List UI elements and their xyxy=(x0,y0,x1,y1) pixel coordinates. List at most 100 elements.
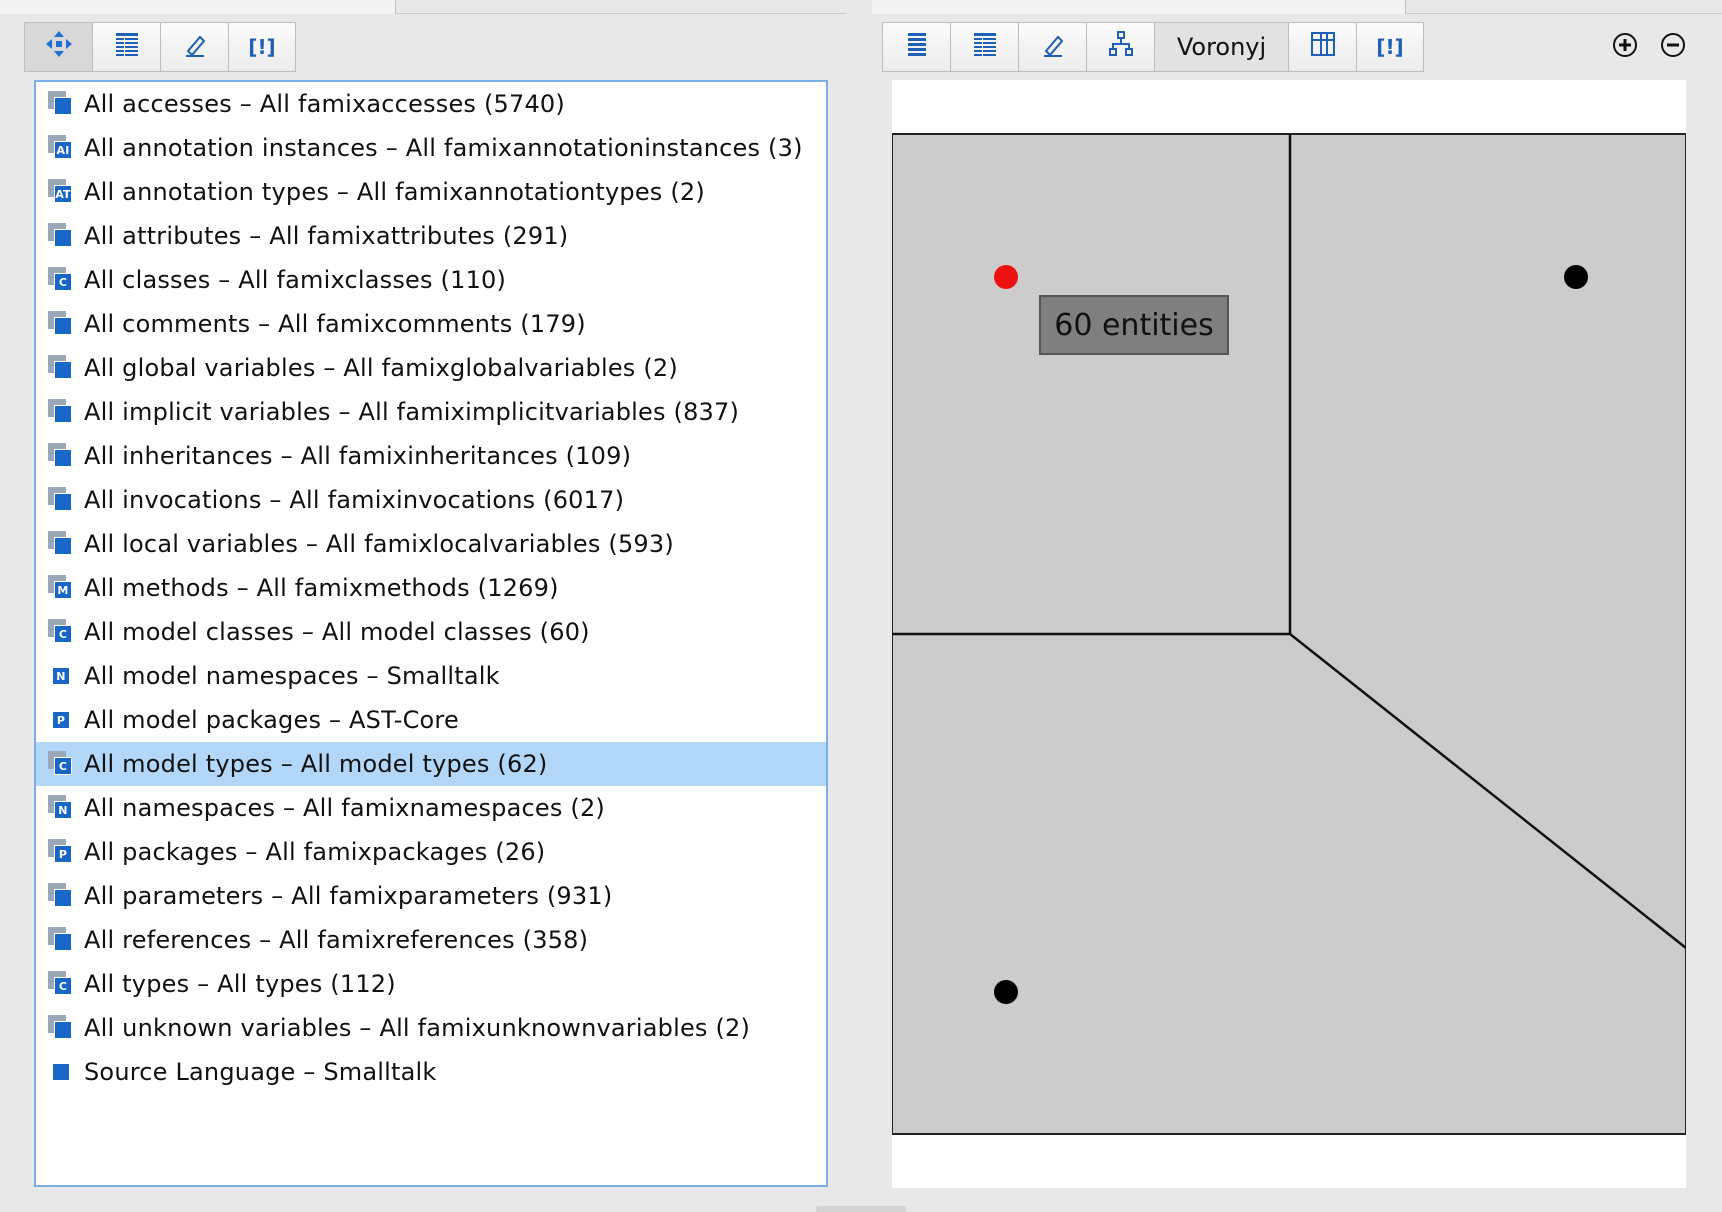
group-icon xyxy=(48,1015,74,1041)
group-icon: C xyxy=(48,267,74,293)
list-item-label: All implicit variables – All famiximplic… xyxy=(84,398,740,426)
list-item-label: All model classes – All model classes (6… xyxy=(84,618,590,646)
entity-count-tooltip: 60 entities xyxy=(1039,295,1229,355)
cell-point[interactable] xyxy=(994,980,1018,1004)
group-icon: M xyxy=(48,575,74,601)
list-item-label: All unknown variables – All famixunknown… xyxy=(84,1014,751,1042)
list-item[interactable]: All invocations – All famixinvocations (… xyxy=(36,478,826,522)
list-item[interactable]: All references – All famixreferences (35… xyxy=(36,918,826,962)
tree-view-button[interactable] xyxy=(1086,22,1154,72)
group-icon: N xyxy=(48,795,74,821)
resize-handle[interactable] xyxy=(816,1206,906,1212)
group-icon: P xyxy=(48,707,74,733)
app-window: [!] Voronyj [!] All accesses – All famix… xyxy=(0,0,1722,1212)
list-item[interactable]: C All types – All types (112) xyxy=(36,962,826,1006)
edit-button[interactable] xyxy=(160,22,228,72)
group-icon xyxy=(48,399,74,425)
group-icon xyxy=(48,1059,74,1085)
group-icon xyxy=(48,311,74,337)
list-item[interactable]: N All namespaces – All famixnamespaces (2… xyxy=(36,786,826,830)
group-icon: P xyxy=(48,839,74,865)
left-tab-strip xyxy=(0,0,846,14)
edit-button-right[interactable] xyxy=(1018,22,1086,72)
list-item-label: All global variables – All famixglobalva… xyxy=(84,354,678,382)
list-item[interactable]: C All model types – All model types (62) xyxy=(36,742,826,786)
left-tab[interactable] xyxy=(0,0,396,14)
list-item[interactable]: All global variables – All famixglobalva… xyxy=(36,346,826,390)
group-icon xyxy=(48,883,74,909)
zoom-in-icon xyxy=(1611,31,1639,63)
cell-point[interactable] xyxy=(1564,265,1588,289)
list-item-label: All annotation types – All famixannotati… xyxy=(84,178,705,206)
right-tab[interactable] xyxy=(872,0,1406,14)
zoom-out-button[interactable] xyxy=(1656,30,1690,64)
selected-cell-point[interactable] xyxy=(994,265,1018,289)
list-item-label: All classes – All famixclasses (110) xyxy=(84,266,507,294)
list-view-button[interactable] xyxy=(882,22,950,72)
voronoi-canvas[interactable]: 60 entities xyxy=(892,80,1686,1188)
list-item-label: All parameters – All famixparameters (93… xyxy=(84,882,613,910)
grid-table-icon xyxy=(1308,29,1338,65)
list-item[interactable]: AT All annotation types – All famixannota… xyxy=(36,170,826,214)
group-icon xyxy=(48,487,74,513)
brackets-icon: [!] xyxy=(248,35,276,59)
list-item[interactable]: All unknown variables – All famixunknown… xyxy=(36,1006,826,1050)
list-item[interactable]: P All model packages – AST-Core xyxy=(36,698,826,742)
table-list-icon xyxy=(970,29,1000,65)
list-item-label: Source Language – Smalltalk xyxy=(84,1058,437,1086)
list-item[interactable]: N All model namespaces – Smalltalk xyxy=(36,654,826,698)
list-item[interactable]: C All classes – All famixclasses (110) xyxy=(36,258,826,302)
group-icon: AI xyxy=(48,135,74,161)
group-icon: AT xyxy=(48,179,74,205)
group-icon xyxy=(48,91,74,117)
list-item[interactable]: All inheritances – All famixinheritances… xyxy=(36,434,826,478)
move-tool-button[interactable] xyxy=(24,22,92,72)
list-item-label: All packages – All famixpackages (26) xyxy=(84,838,546,866)
list-item[interactable]: AI All annotation instances – All famixan… xyxy=(36,126,826,170)
voronyj-label: Voronyj xyxy=(1176,33,1267,61)
list-item[interactable]: All comments – All famixcomments (179) xyxy=(36,302,826,346)
pencil-icon xyxy=(180,29,210,65)
right-tab-strip xyxy=(872,0,1722,14)
list-item[interactable]: P All packages – All famixpackages (26) xyxy=(36,830,826,874)
voronoi-diagram xyxy=(892,133,1686,1135)
voronyj-tab-button[interactable]: Voronyj xyxy=(1154,22,1288,72)
list-item[interactable]: All accesses – All famixaccesses (5740) xyxy=(36,82,826,126)
list-item-label: All model packages – AST-Core xyxy=(84,706,459,734)
table-list-icon xyxy=(112,29,142,65)
list-item[interactable]: All implicit variables – All famiximplic… xyxy=(36,390,826,434)
list-item-label: All namespaces – All famixnamespaces (2) xyxy=(84,794,605,822)
right-toolbar: Voronyj [!] xyxy=(882,22,1424,72)
list-item[interactable]: Source Language – Smalltalk xyxy=(36,1050,826,1094)
groups-list[interactable]: All accesses – All famixaccesses (5740) A… xyxy=(34,80,828,1187)
grid-view-button[interactable] xyxy=(1288,22,1356,72)
brackets-icon: [!] xyxy=(1376,35,1404,59)
list-lines-icon xyxy=(902,29,932,65)
list-item-label: All comments – All famixcomments (179) xyxy=(84,310,586,338)
inspect-button-right[interactable]: [!] xyxy=(1356,22,1424,72)
list-item[interactable]: All attributes – All famixattributes (29… xyxy=(36,214,826,258)
group-icon xyxy=(48,443,74,469)
table-view-button-right[interactable] xyxy=(950,22,1018,72)
list-item[interactable]: All parameters – All famixparameters (93… xyxy=(36,874,826,918)
list-item[interactable]: All local variables – All famixlocalvari… xyxy=(36,522,826,566)
list-item[interactable]: C All model classes – All model classes (… xyxy=(36,610,826,654)
tree-nodes-icon xyxy=(1106,29,1136,65)
zoom-in-button[interactable] xyxy=(1608,30,1642,64)
list-item-label: All accesses – All famixaccesses (5740) xyxy=(84,90,565,118)
list-item-label: All methods – All famixmethods (1269) xyxy=(84,574,559,602)
group-icon xyxy=(48,355,74,381)
inspect-button[interactable]: [!] xyxy=(228,22,296,72)
group-icon: C xyxy=(48,619,74,645)
list-item-label: All model types – All model types (62) xyxy=(84,750,548,778)
group-icon xyxy=(48,223,74,249)
pencil-icon xyxy=(1038,29,1068,65)
list-item[interactable]: M All methods – All famixmethods (1269) xyxy=(36,566,826,610)
list-item-label: All local variables – All famixlocalvari… xyxy=(84,530,674,558)
table-view-button[interactable] xyxy=(92,22,160,72)
group-icon xyxy=(48,927,74,953)
group-icon: N xyxy=(48,663,74,689)
group-icon: C xyxy=(48,751,74,777)
left-toolbar: [!] xyxy=(24,22,296,72)
zoom-out-icon xyxy=(1659,31,1687,63)
